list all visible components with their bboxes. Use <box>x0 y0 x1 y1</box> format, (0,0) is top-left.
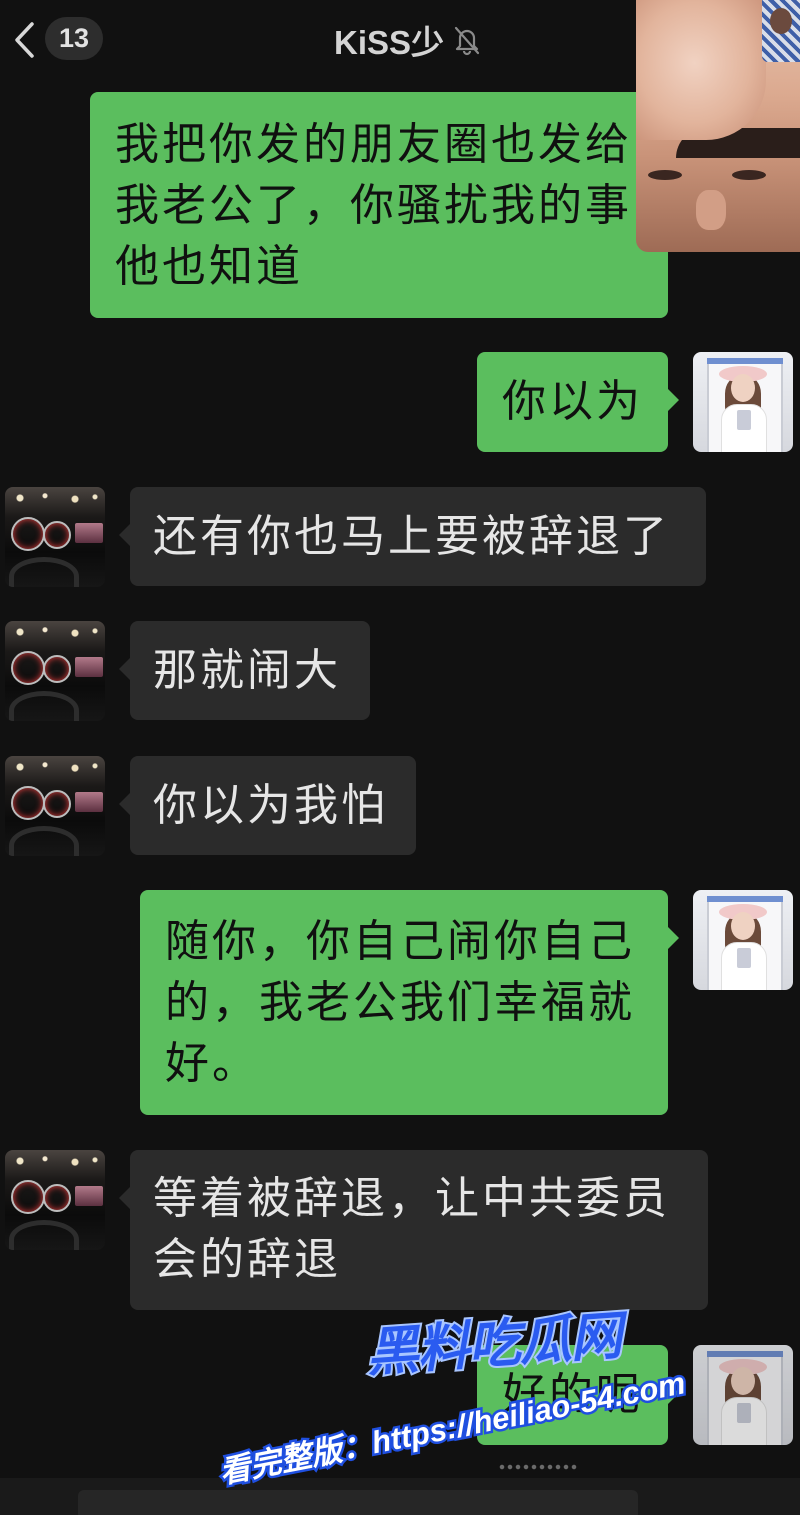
avatar-lights <box>5 756 105 778</box>
message-bubble-outgoing[interactable]: 你以为 <box>477 352 679 452</box>
message-text-line: 会的辞退 <box>153 1234 341 1285</box>
avatar-gauge <box>11 517 45 551</box>
my-avatar[interactable] <box>693 890 793 990</box>
contact-avatar[interactable] <box>5 621 105 721</box>
avatar-steering-wheel <box>9 691 79 721</box>
avatar-phone <box>737 1403 751 1423</box>
avatar-frame-bar <box>707 896 783 902</box>
avatar-lights <box>5 1150 105 1172</box>
avatar-screen <box>75 792 103 812</box>
message-bubble-incoming[interactable]: 等着被辞退，让中共委员 会的辞退 <box>119 1150 708 1310</box>
contact-avatar[interactable] <box>5 1150 105 1250</box>
message-text-line: 好。 <box>165 1038 259 1089</box>
chevron-left-icon <box>15 22 34 58</box>
chat-header[interactable]: KiSS少 <box>334 16 482 64</box>
message-text-line: 我把你发的朋友圈也发给 <box>115 119 632 170</box>
video-person-fist <box>636 0 766 140</box>
message-text-line: 你以为 <box>502 376 643 427</box>
chat-title: KiSS少 <box>334 24 445 61</box>
avatar-phone <box>737 410 751 430</box>
message-bubble-incoming[interactable]: 你以为我怕 <box>119 756 416 855</box>
message-bubble-outgoing[interactable]: 我把你发的朋友圈也发给 我老公了，你骚扰我的事 他也知道 <box>90 92 679 318</box>
unread-count-badge[interactable]: 13 <box>45 17 103 60</box>
message-text-line: 的，我老公我们幸福就 <box>165 977 635 1028</box>
message-text-line: 你以为我怕 <box>153 780 388 831</box>
message-input[interactable] <box>78 1490 638 1515</box>
avatar-gauge <box>11 651 45 685</box>
message-text-line: 等着被辞退，让中共委员 <box>153 1173 670 1224</box>
avatar-gauge <box>43 790 71 818</box>
self-video-head <box>770 8 792 34</box>
avatar-steering-wheel <box>9 1220 79 1250</box>
video-person-nose <box>696 190 726 230</box>
avatar-screen <box>75 657 103 677</box>
contact-avatar[interactable] <box>5 487 105 587</box>
avatar-phone <box>737 948 751 968</box>
avatar-gauge <box>11 786 45 820</box>
avatar-screen <box>75 1186 103 1206</box>
message-text-line: 我老公了，你骚扰我的事 <box>115 180 632 231</box>
back-button[interactable] <box>8 18 42 62</box>
avatar-gauge <box>43 655 71 683</box>
avatar-frame-bar <box>707 358 783 364</box>
message-bubble-incoming[interactable]: 还有你也马上要被辞退了 <box>119 487 706 586</box>
input-bar <box>0 1478 800 1515</box>
avatar-gauge <box>11 1180 45 1214</box>
avatar-lights <box>5 621 105 643</box>
message-bubble-incoming[interactable]: 那就闹大 <box>119 621 370 720</box>
video-call-overlay[interactable] <box>636 0 800 252</box>
chat-screen: 13 KiSS少 我把你发的朋友圈也发给 我老公了，你骚扰我的事 他也知道 你以… <box>0 0 800 1515</box>
avatar-face <box>731 912 755 940</box>
bell-off-icon <box>454 26 480 56</box>
avatar-face <box>731 374 755 402</box>
avatar-gauge <box>43 521 71 549</box>
avatar-gauge <box>43 1184 71 1212</box>
message-text-line: 还有你也马上要被辞退了 <box>153 511 670 562</box>
avatar-steering-wheel <box>9 557 79 587</box>
message-text-line: 那就闹大 <box>153 645 341 696</box>
self-video-preview[interactable] <box>762 0 800 62</box>
avatar-lights <box>5 487 105 509</box>
avatar-steering-wheel <box>9 826 79 856</box>
video-person-eye <box>648 170 682 180</box>
my-avatar[interactable] <box>693 352 793 452</box>
message-text-line: 他也知道 <box>115 241 303 292</box>
avatar-screen <box>75 523 103 543</box>
video-person-eye <box>732 170 766 180</box>
contact-avatar[interactable] <box>5 756 105 856</box>
message-bubble-outgoing[interactable]: 随你，你自己闹你自己 的，我老公我们幸福就 好。 <box>140 890 679 1115</box>
message-text-line: 随你，你自己闹你自己 <box>165 916 635 967</box>
loading-dots <box>498 1464 578 1470</box>
